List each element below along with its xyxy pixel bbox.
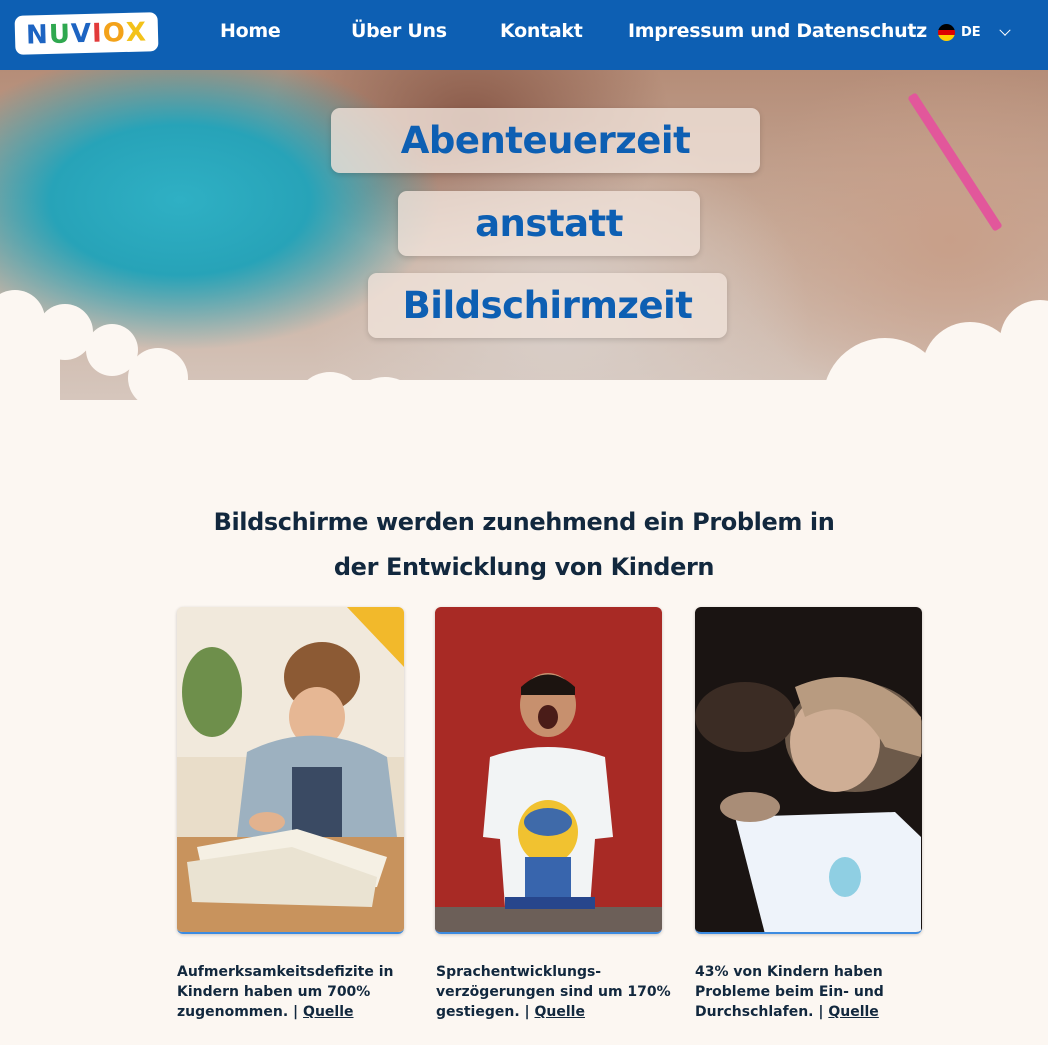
card-2-source-link[interactable]: Quelle	[535, 1004, 585, 1020]
card-1-text: Aufmerksamkeitsdefizite in Kindern haben…	[177, 962, 412, 1022]
nav-ueber-uns[interactable]: Über Uns	[351, 20, 447, 42]
chevron-down-icon	[999, 24, 1011, 36]
card-3-text: 43% von Kindern haben Probleme beim Ein-…	[695, 962, 930, 1022]
section-title-line-1: Bildschirme werden zunehmend ein Problem…	[213, 508, 835, 536]
nav-home[interactable]: Home	[220, 20, 281, 42]
card-1-statement: Aufmerksamkeitsdefizite in Kindern haben…	[177, 964, 394, 1020]
card-image-child-with-tablet	[695, 607, 922, 934]
language-code: DE	[961, 25, 981, 40]
section-title-line-2: der Entwicklung von Kindern	[333, 553, 715, 581]
german-flag-icon	[938, 24, 955, 41]
hero-banner: Abenteuerzeit anstatt Bildschirmzeit	[0, 70, 1048, 470]
card-image-boy-studying	[177, 607, 404, 934]
nav-impressum[interactable]: Impressum und Datenschutz	[628, 20, 927, 42]
card-1-source-link[interactable]: Quelle	[303, 1004, 353, 1020]
language-selector[interactable]: DE	[938, 24, 1011, 41]
section-title: Bildschirme werden zunehmend ein Problem…	[0, 500, 1048, 590]
site-header: NUVIOX Home Über Uns Kontakt Impressum u…	[0, 0, 1048, 70]
logo-wordmark: NUVIOX	[25, 16, 148, 51]
card-3-source-link[interactable]: Quelle	[828, 1004, 878, 1020]
card-image-boy-yelling	[435, 607, 662, 934]
card-2-text: Sprachentwicklungs-verzögerungen sind um…	[436, 962, 671, 1022]
nav-kontakt[interactable]: Kontakt	[500, 20, 583, 42]
nuviox-logo[interactable]: NUVIOX	[14, 12, 159, 55]
cloud-divider	[0, 290, 1048, 470]
